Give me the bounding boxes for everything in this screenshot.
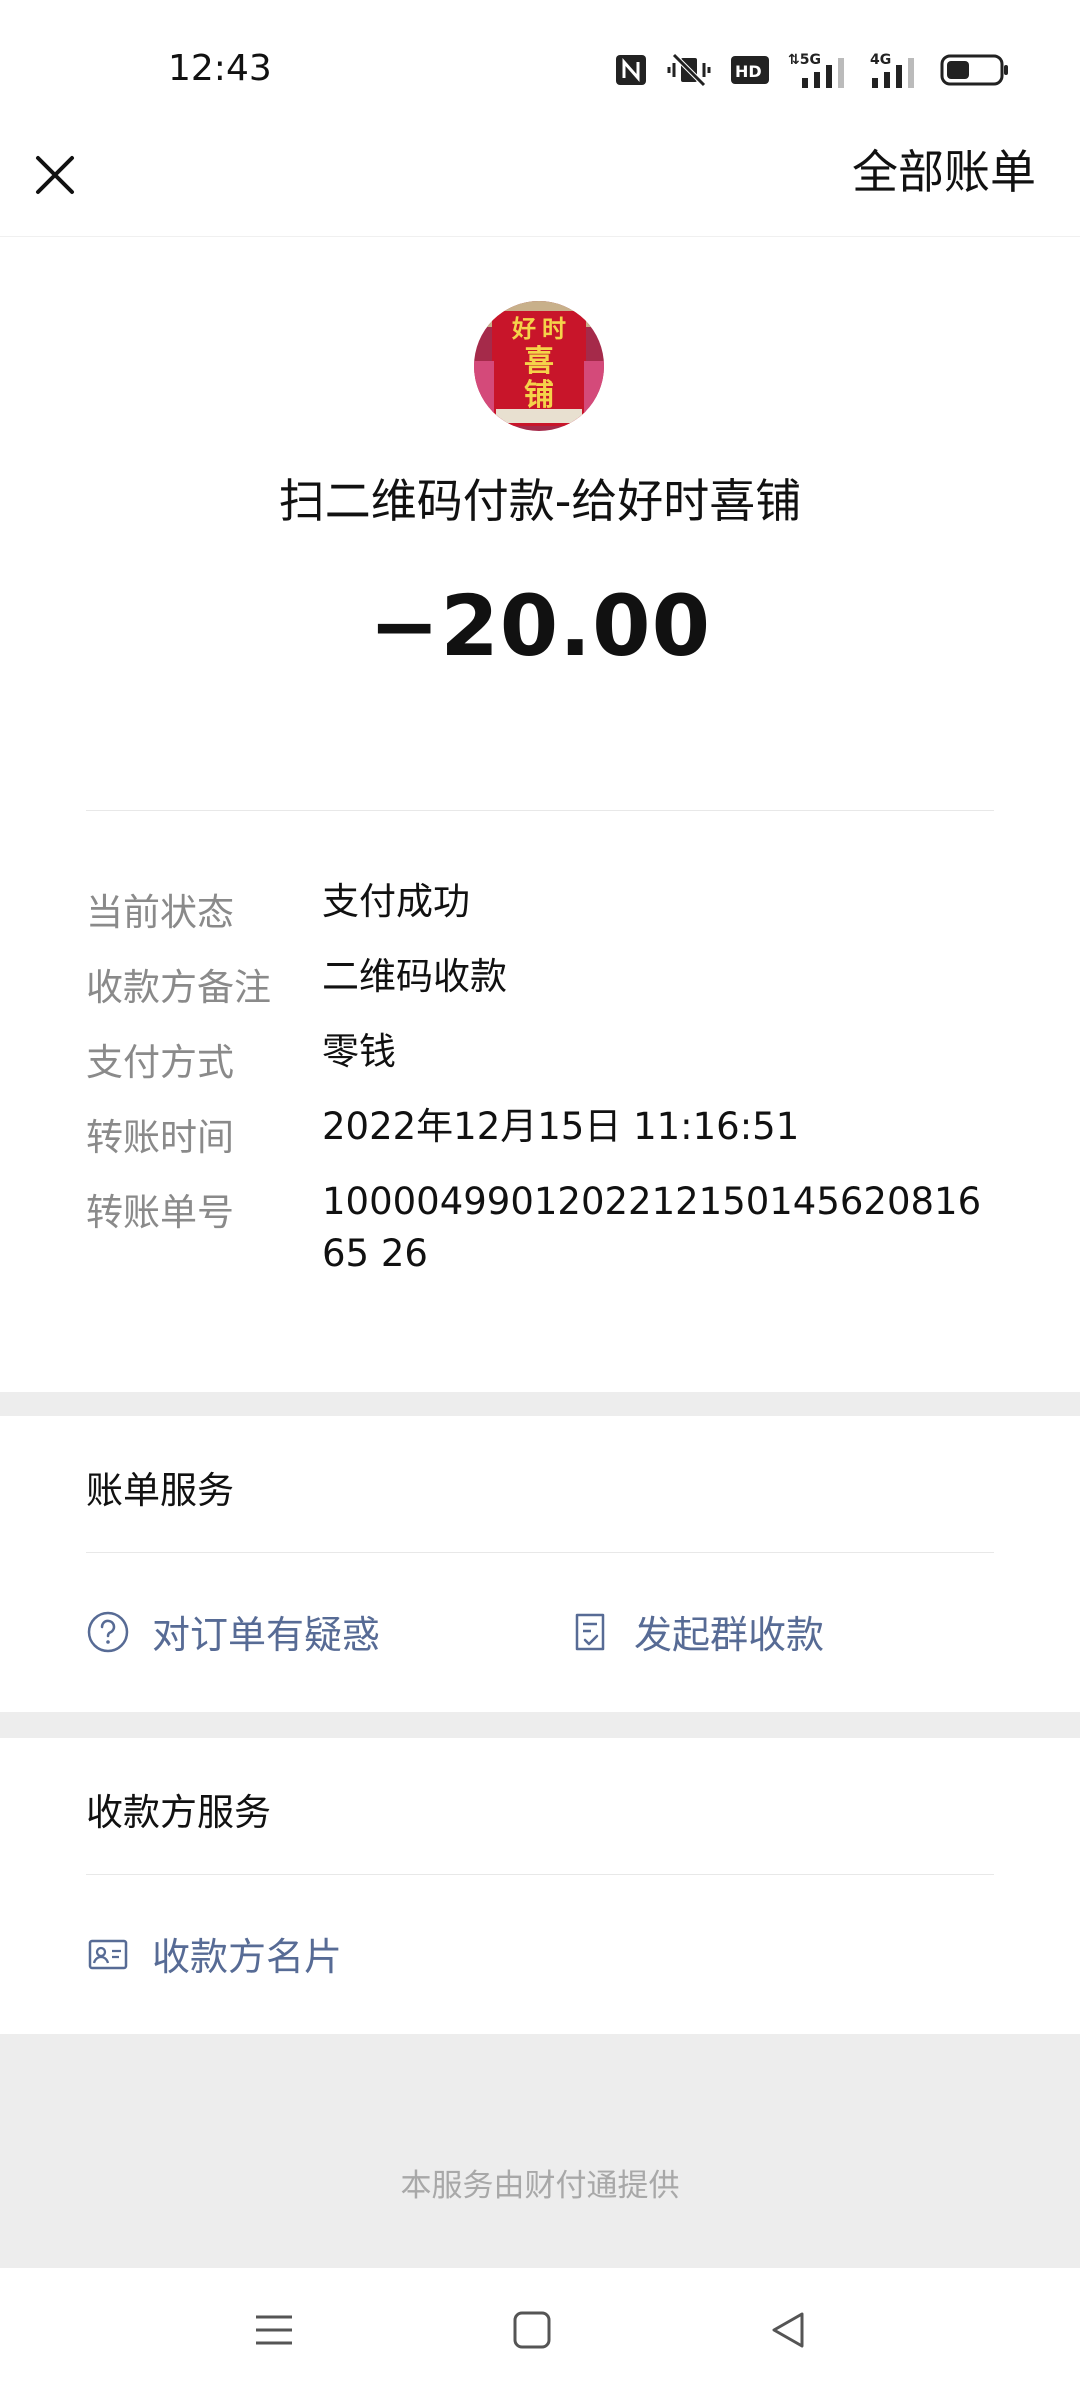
detail-label: 支付方式 — [86, 1041, 234, 1084]
detail-label: 转账时间 — [86, 1116, 234, 1159]
action-label: 对订单有疑惑 — [152, 1613, 381, 1657]
avatar-char-4: 铺 — [524, 378, 554, 413]
detail-value[interactable]: 100004990120221215014562081665 26 — [322, 1176, 994, 1280]
nfc-icon — [616, 55, 646, 85]
detail-label: 转账单号 — [86, 1191, 234, 1234]
divider — [86, 810, 994, 811]
svg-text:⇅5G: ⇅5G — [788, 52, 821, 68]
provider-footer: 本服务由财付通提供 — [400, 2168, 680, 2204]
vibrate-off-icon — [667, 53, 711, 87]
detail-value: 支付成功 — [322, 880, 470, 923]
group-collection-button[interactable]: 发起群收款 — [568, 1604, 824, 1659]
merchant-avatar: 好 时 喜 铺 — [474, 301, 604, 431]
status-icons: HD ⇅5G 4G — [614, 50, 1010, 90]
detail-label: 当前状态 — [86, 891, 234, 934]
transaction-amount: −20.00 — [368, 577, 712, 675]
detail-value: 2022年12月15日 11:16:51 — [322, 1105, 800, 1148]
question-circle-icon — [87, 1611, 129, 1652]
menu-button[interactable] — [252, 2308, 296, 2356]
4g-signal-icon: 4G — [870, 52, 914, 88]
document-check-icon — [575, 1613, 605, 1650]
detail-label: 收款方备注 — [86, 966, 271, 1009]
hd-icon: HD — [731, 56, 769, 84]
payee-card-button[interactable]: 收款方名片 — [86, 1926, 342, 1981]
divider — [86, 1874, 994, 1875]
avatar-char-3: 喜 — [524, 344, 554, 379]
svg-text:4G: 4G — [870, 52, 891, 68]
svg-text:HD: HD — [735, 62, 762, 81]
status-bar: 12:43 HD ⇅5G 4G — [0, 0, 1080, 140]
avatar-char-1: 好 — [511, 314, 536, 343]
home-icon — [513, 2311, 551, 2349]
action-label: 收款方名片 — [152, 1935, 343, 1979]
close-button[interactable] — [30, 150, 80, 200]
order-question-button[interactable]: 对订单有疑惑 — [86, 1604, 380, 1659]
detail-value: 二维码收款 — [322, 955, 507, 998]
payee-service-section: 收款方服务 收款方名片 — [0, 1738, 1080, 2034]
back-button[interactable] — [766, 2308, 810, 2356]
battery-icon — [940, 54, 1008, 86]
section-title: 收款方服务 — [86, 1791, 271, 1834]
system-nav-bar — [0, 2268, 1080, 2400]
status-time: 12:43 — [168, 48, 272, 89]
menu-icon — [256, 2315, 292, 2345]
all-bills-link[interactable]: 全部账单 — [852, 140, 1036, 204]
contact-card-icon — [88, 1939, 128, 1969]
home-button[interactable] — [510, 2308, 554, 2356]
merchant-title: 扫二维码付款-给好时喜铺 — [278, 474, 802, 528]
back-icon — [772, 2312, 804, 2348]
action-label: 发起群收款 — [634, 1613, 825, 1657]
divider — [86, 1552, 994, 1553]
close-icon — [36, 156, 74, 194]
detail-value: 零钱 — [322, 1030, 396, 1073]
5g-signal-icon: ⇅5G — [788, 52, 844, 88]
avatar-char-2: 时 — [542, 314, 566, 343]
transaction-card: 好 时 喜 铺 扫二维码付款-给好时喜铺 −20.00 当前状态 支付成功 收款… — [0, 237, 1080, 1392]
bill-service-section: 账单服务 对订单有疑惑 发起群收款 — [0, 1416, 1080, 1712]
section-title: 账单服务 — [86, 1469, 234, 1512]
top-nav: 全部账单 — [0, 140, 1080, 237]
